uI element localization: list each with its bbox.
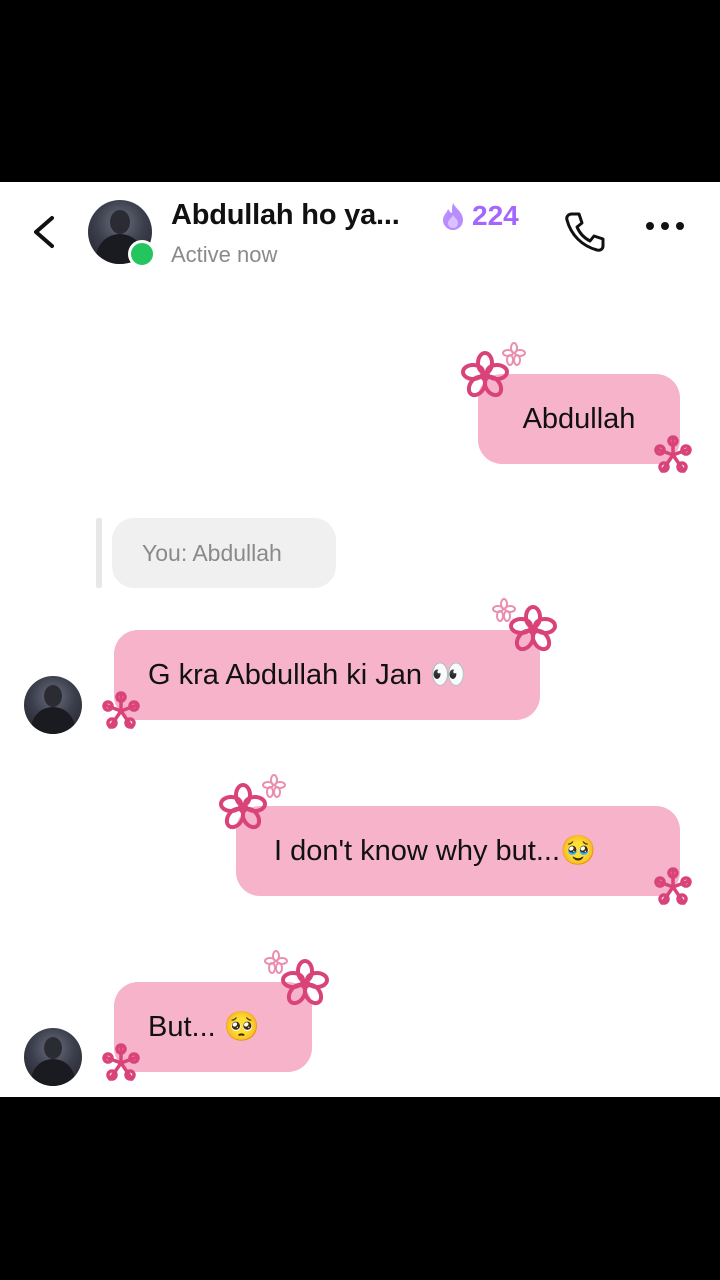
message-text: But... 🥺 <box>148 1011 260 1043</box>
contact-avatar[interactable] <box>88 200 156 268</box>
contact-name[interactable]: Abdullah ho ya... <box>171 199 400 232</box>
sender-avatar[interactable] <box>24 676 82 734</box>
message-text: G kra Abdullah ki Jan 👀 <box>148 659 467 691</box>
reply-preview[interactable]: You: Abdullah <box>112 518 336 588</box>
chevron-left-icon[interactable] <box>28 212 64 252</box>
flower-icon <box>654 435 692 473</box>
message-bubble-sent[interactable]: I don't know why but...🥹 <box>236 806 680 896</box>
message-text: I don't know why but...🥹 <box>274 835 597 867</box>
phone-icon[interactable] <box>562 208 608 254</box>
streak-badge[interactable]: 224 <box>440 200 519 232</box>
active-status: Active now <box>171 242 278 267</box>
small-flower-icon <box>264 950 288 974</box>
fire-icon <box>443 203 463 230</box>
streak-count: 224 <box>472 200 519 231</box>
small-flower-icon <box>502 342 526 366</box>
flower-icon <box>102 691 140 729</box>
chat-screen: Abdullah ho ya... Active now 224 Abdulla… <box>0 182 720 1097</box>
message-bubble-received[interactable]: G kra Abdullah ki Jan 👀 <box>114 630 540 720</box>
reply-indicator <box>96 518 102 588</box>
flower-icon <box>654 867 692 905</box>
small-flower-icon <box>262 774 286 798</box>
message-text: Abdullah <box>522 402 636 435</box>
sender-avatar[interactable] <box>24 1028 82 1086</box>
flower-icon <box>102 1043 140 1081</box>
flower-icon <box>219 783 267 830</box>
online-indicator <box>128 240 156 268</box>
more-horizontal-icon[interactable] <box>644 220 686 232</box>
small-flower-icon <box>492 598 516 622</box>
